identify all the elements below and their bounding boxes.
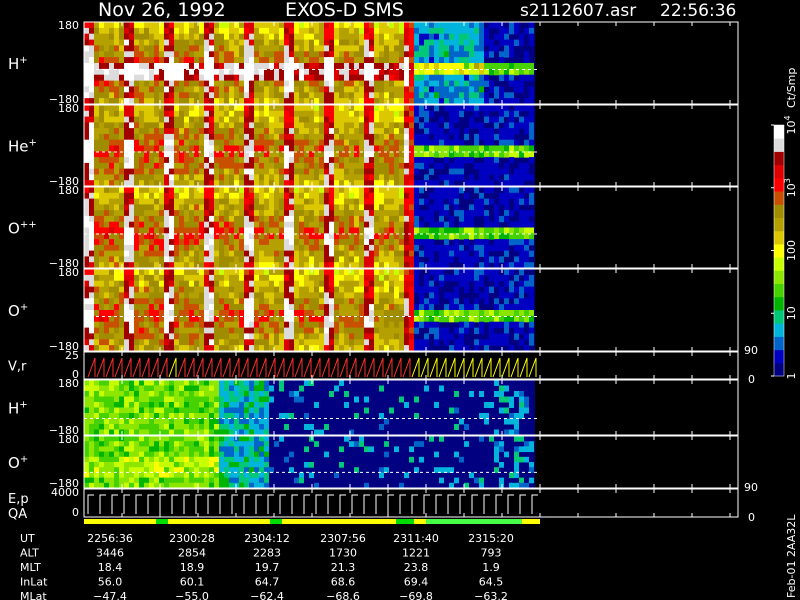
header-date: Nov 26, 1992 — [98, 0, 226, 21]
heatmap-panel-h-plus-1 — [84, 22, 535, 105]
ephemeris-value: 18.9 — [180, 561, 205, 574]
colorbar-tick-label: 103 — [783, 178, 798, 197]
right-min-tick-label: 0 — [748, 373, 755, 386]
ephemeris-value: 1730 — [329, 547, 357, 560]
heatmap-panel-o-plus-2 — [84, 436, 535, 489]
colorbar-label: Ct/Smp — [785, 68, 798, 108]
ephemeris-value: 3446 — [96, 547, 124, 560]
ephemeris-value: 18.4 — [98, 561, 123, 574]
ephemeris-value: 2256:36 — [87, 532, 133, 545]
footer-label: Feb-01 2AA32L — [785, 514, 798, 598]
y-max-tick-label: 180 — [58, 184, 79, 197]
header-instrument: EXOS-D SMS — [285, 0, 404, 21]
panel-label-v-r: V,r — [8, 360, 27, 375]
y-max-tick-label: 180 — [58, 377, 79, 390]
colorbar-tick-label: 10 — [785, 306, 798, 320]
panel-label-o-plus-2: O+ — [8, 454, 28, 472]
y-max-tick-label: 25 — [65, 349, 79, 362]
panel-label-h-plus-2: H+ — [8, 400, 28, 418]
right-max-tick-label: 90 — [744, 481, 758, 494]
ephemeris-value: 23.8 — [404, 561, 429, 574]
heatmap-panel-h-plus-2 — [84, 380, 535, 436]
right-max-tick-label: 90 — [744, 344, 758, 357]
ephemeris-row-label: MLT — [20, 561, 41, 574]
ephemeris-value: 64.5 — [479, 576, 504, 589]
ephemeris-row-label: UT — [20, 532, 35, 545]
exos-d-sms-spectrogram: Nov 26, 1992 EXOS-D SMS s2112607.asr 22:… — [0, 0, 800, 600]
header-file: s2112607.asr — [520, 1, 636, 21]
ephemeris-value: 19.7 — [255, 561, 280, 574]
colorbar-tick-label: 104 — [783, 115, 798, 134]
ephemeris-value: 69.4 — [404, 576, 429, 589]
ephemeris-value: 60.1 — [180, 576, 205, 589]
ephemeris-row-label: ALT — [20, 547, 39, 560]
ephemeris-value: 64.7 — [255, 576, 280, 589]
ephemeris-value: −55.0 — [175, 590, 209, 600]
ephemeris-value: 1.9 — [482, 561, 500, 574]
ephemeris-value: 2311:40 — [393, 532, 439, 545]
y-max-tick-label: 180 — [58, 102, 79, 115]
ephemeris-value: 793 — [481, 547, 502, 560]
panel-label-o-plusplus: O++ — [8, 220, 37, 238]
y-max-tick-label: 180 — [58, 433, 79, 446]
ephemeris-value: −69.8 — [399, 590, 433, 600]
vr-sawtooth — [87, 357, 537, 378]
colorbar-tick-label: 100 — [785, 240, 798, 261]
y-max-tick-label: 180 — [58, 19, 79, 32]
ephemeris-value: 2307:56 — [320, 532, 366, 545]
ep-steps — [87, 494, 538, 514]
ephemeris-value: −68.6 — [326, 590, 360, 600]
heatmap-panel-he-plus — [84, 105, 535, 187]
heatmap-panel-o-plus-1 — [84, 269, 535, 352]
y-max-tick-label: 180 — [58, 266, 79, 279]
ephemeris-row-label: InLat — [20, 576, 48, 589]
panel-label-h-plus-1: H+ — [8, 55, 28, 73]
ephemeris-value: 21.3 — [331, 561, 356, 574]
panel-label-e-p: E,p — [8, 492, 29, 507]
y-min-tick-label: 0 — [72, 506, 79, 519]
panel-label-qa: QA — [8, 507, 27, 522]
colorbar-tick-label: 1 — [785, 373, 798, 380]
right-min-tick-label: 0 — [748, 511, 755, 524]
panel-label-o-plus-1: O+ — [8, 302, 28, 320]
heatmap-panel-o-plusplus — [84, 187, 535, 269]
ephemeris-value: −62.4 — [250, 590, 284, 600]
qa-bar — [84, 519, 540, 524]
colorbar: 1 10 100 103 104 — [771, 115, 798, 380]
ephemeris-value: −47.4 — [93, 590, 127, 600]
ephemeris-value: −63.2 — [474, 590, 508, 600]
spectrogram-chart: Nov 26, 1992 EXOS-D SMS s2112607.asr 22:… — [8, 0, 798, 600]
ephemeris-value: 2854 — [178, 547, 206, 560]
ephemeris-row-label: MLat — [20, 590, 47, 600]
ephemeris-value: 2300:28 — [169, 532, 215, 545]
ephemeris-value: 56.0 — [98, 576, 123, 589]
panel-label-he-plus: He+ — [8, 138, 37, 156]
y-max-tick-label: 4000 — [51, 486, 79, 499]
ephemeris-value: 1221 — [402, 547, 430, 560]
ephemeris-table: UT 2256:36 2300:28 2304:12 2307:56 2311:40 231… — [20, 532, 514, 600]
header-time: 22:56:36 — [660, 1, 736, 21]
ephemeris-value: 2283 — [253, 547, 281, 560]
ephemeris-value: 68.6 — [331, 576, 356, 589]
ephemeris-value: 2315:20 — [468, 532, 514, 545]
ephemeris-value: 2304:12 — [244, 532, 290, 545]
panel-frame-e-p — [83, 488, 739, 518]
